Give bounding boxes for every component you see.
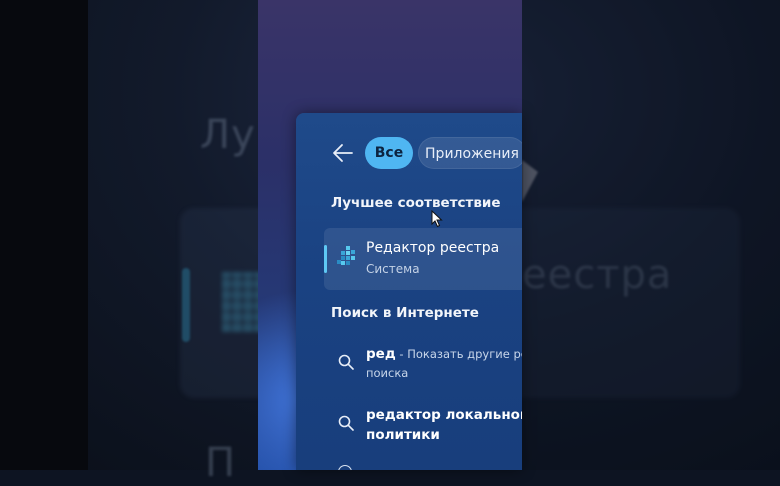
- background-ghost-item: еестра: [522, 252, 673, 298]
- web-result-query: редактор локальной гру: [366, 407, 522, 423]
- start-search-popup: Все Приложения Лучшее соответствие Редак…: [296, 113, 522, 470]
- web-result-query: ред: [366, 346, 396, 362]
- best-match-heading: Лучшее соответствие: [331, 195, 501, 211]
- web-result-line: редактор локальной гру: [366, 407, 522, 423]
- background-ghost-bottom: П: [205, 440, 237, 486]
- web-result-line2: поиска: [366, 366, 409, 380]
- web-result-line: ред - Показать другие резу: [366, 346, 522, 362]
- filter-apps-button[interactable]: Приложения: [418, 137, 522, 169]
- web-result-suffix: - Показать другие резу: [399, 347, 522, 361]
- background-left-strip: [0, 0, 88, 470]
- next-result-search-icon: [338, 465, 352, 470]
- search-icon: [338, 354, 354, 370]
- best-match-item[interactable]: Редактор реестра Система: [324, 228, 522, 290]
- arrow-left-icon: [332, 143, 356, 163]
- web-result-item[interactable]: ред - Показать другие резу поиска: [324, 346, 522, 394]
- registry-editor-icon: [337, 245, 359, 267]
- web-result-item[interactable]: редактор локальной гру политики: [324, 407, 522, 455]
- mouse-pointer-icon: [431, 209, 443, 228]
- web-search-heading: Поиск в Интернете: [331, 305, 479, 321]
- best-match-title: Редактор реестра: [366, 240, 500, 256]
- back-button[interactable]: [332, 143, 356, 163]
- selection-accent: [324, 245, 327, 273]
- search-icon: [338, 415, 354, 431]
- filter-all-button[interactable]: Все: [365, 137, 413, 169]
- web-result-line2: политики: [366, 427, 440, 443]
- background-ghost-accent: [182, 268, 190, 342]
- background-ghost-cursor-icon: [522, 160, 538, 202]
- best-match-subtitle: Система: [366, 262, 420, 276]
